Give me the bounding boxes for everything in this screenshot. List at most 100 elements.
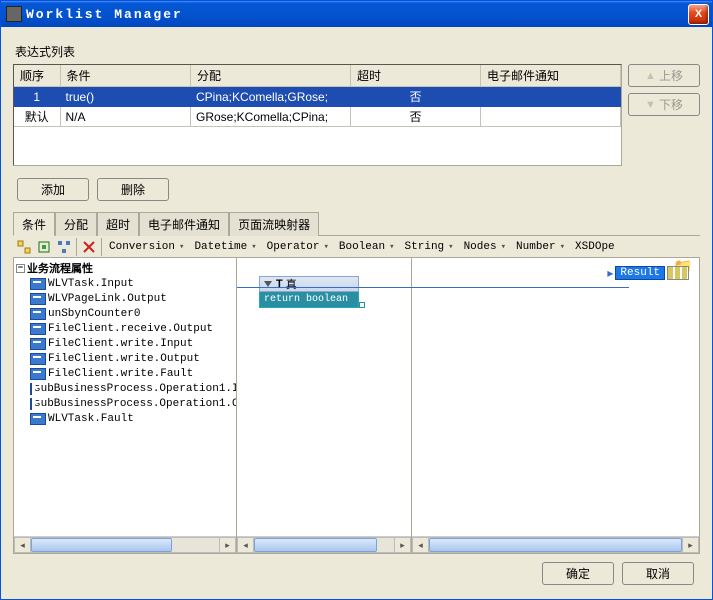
node-icon bbox=[30, 278, 46, 290]
scroll-left-icon[interactable]: ◂ bbox=[14, 537, 31, 553]
window-title: Worklist Manager bbox=[26, 7, 688, 22]
tree-node[interactable]: FileClient.write.Input bbox=[16, 336, 234, 351]
menu-datetime[interactable]: Datetime bbox=[190, 241, 249, 253]
scroll-right-icon[interactable]: ▸ bbox=[682, 537, 699, 553]
expand-all-icon[interactable] bbox=[15, 238, 33, 256]
editor-toolbar: Conversion▾ Datetime▾ Operator▾ Boolean▾… bbox=[13, 236, 700, 258]
node-icon bbox=[30, 398, 32, 410]
menu-number[interactable]: Number bbox=[512, 241, 558, 253]
node-icon bbox=[30, 383, 32, 395]
result-label: Result bbox=[615, 266, 665, 280]
col-timeout[interactable]: 超时 bbox=[351, 65, 481, 87]
menu-conversion[interactable]: Conversion bbox=[105, 241, 177, 253]
tree-node[interactable]: WLVTask.Fault bbox=[16, 411, 234, 426]
scroll-right-icon[interactable]: ▸ bbox=[394, 537, 411, 553]
cell-seq: 默认 bbox=[14, 107, 60, 127]
auto-layout-icon[interactable] bbox=[55, 238, 73, 256]
arrow-up-icon: ▲ bbox=[645, 70, 656, 82]
tree-node[interactable]: WLVTask.Input bbox=[16, 276, 234, 291]
table-row[interactable]: 默认 N/A GRose;KComella;CPina; 否 bbox=[14, 107, 621, 127]
move-down-button[interactable]: ▼下移 bbox=[628, 93, 700, 116]
tree-node-label: subBusinessProcess.Operation1.Output bbox=[34, 398, 236, 410]
node-icon bbox=[30, 338, 46, 350]
tree-node[interactable]: FileClient.write.Output bbox=[16, 351, 234, 366]
delete-button[interactable]: 删除 bbox=[97, 178, 169, 201]
scroll-right-icon[interactable]: ▸ bbox=[219, 537, 236, 553]
toolbar-sep bbox=[101, 238, 102, 256]
col-cond[interactable]: 条件 bbox=[60, 65, 191, 87]
cell-timeout: 否 bbox=[351, 107, 481, 127]
scroll-left-icon[interactable]: ◂ bbox=[412, 537, 429, 553]
menu-xsdop[interactable]: XSDOpe bbox=[571, 241, 617, 253]
tree-node-label: FileClient.write.Fault bbox=[48, 368, 193, 380]
collapse-all-icon[interactable] bbox=[35, 238, 53, 256]
tree-node-label: WLVTask.Input bbox=[48, 278, 134, 290]
tab-assign[interactable]: 分配 bbox=[55, 212, 97, 236]
result-node[interactable]: ▸ Result bbox=[607, 266, 689, 280]
chevron-down-icon[interactable]: ▾ bbox=[323, 242, 332, 252]
tree-node-label: FileClient.write.Input bbox=[48, 338, 193, 350]
scroll-left-icon[interactable]: ◂ bbox=[237, 537, 254, 553]
col-assign[interactable]: 分配 bbox=[191, 65, 351, 87]
tree-node-label: unSbynCounter0 bbox=[48, 308, 140, 320]
tree-root-label: 业务流程属性 bbox=[27, 260, 93, 276]
tree-node[interactable]: WLVPageLink.Output bbox=[16, 291, 234, 306]
chevron-down-icon[interactable]: ▾ bbox=[389, 242, 398, 252]
h-scrollbar[interactable]: ◂ ▸ bbox=[14, 536, 236, 553]
expression-block[interactable]: T 真 return boolean bbox=[259, 276, 359, 308]
cell-email bbox=[481, 87, 621, 107]
tree-pane: −业务流程属性 WLVTask.InputWLVPageLink.Output u… bbox=[14, 258, 236, 553]
tab-strip: 条件 分配 超时 电子邮件通知 页面流映射器 bbox=[13, 211, 700, 236]
add-button[interactable]: 添加 bbox=[17, 178, 89, 201]
ok-button[interactable]: 确定 bbox=[542, 562, 614, 585]
h-scrollbar[interactable]: ◂ ▸ bbox=[412, 536, 699, 553]
tree-node[interactable]: subBusinessProcess.Operation1.Input bbox=[16, 381, 234, 396]
tree-root[interactable]: −业务流程属性 bbox=[16, 260, 234, 276]
chevron-down-icon[interactable]: ▾ bbox=[448, 242, 457, 252]
node-icon bbox=[30, 353, 46, 365]
menu-operator[interactable]: Operator bbox=[263, 241, 322, 253]
tree-node[interactable]: unSbynCounter0 bbox=[16, 306, 234, 321]
h-scrollbar[interactable]: ◂ ▸ bbox=[237, 536, 411, 553]
connection-wire bbox=[237, 287, 629, 289]
node-icon bbox=[30, 368, 46, 380]
table-row[interactable]: 1 true() CPina;KComella;GRose; 否 bbox=[14, 87, 621, 107]
chevron-down-icon[interactable]: ▾ bbox=[501, 242, 510, 252]
title-bar: Worklist Manager X bbox=[1, 1, 712, 27]
cell-email bbox=[481, 107, 621, 127]
col-email[interactable]: 电子邮件通知 bbox=[481, 65, 621, 87]
node-icon bbox=[30, 308, 46, 320]
menu-string[interactable]: String bbox=[401, 241, 447, 253]
chevron-down-icon[interactable]: ▾ bbox=[251, 242, 260, 252]
canvas-pane[interactable]: T 真 return boolean ◂ ▸ bbox=[236, 258, 411, 553]
menu-boolean[interactable]: Boolean bbox=[335, 241, 387, 253]
expression-list[interactable]: 顺序 条件 分配 超时 电子邮件通知 1 true() CPina;KComel… bbox=[13, 64, 622, 166]
close-button[interactable]: X bbox=[688, 4, 709, 25]
cell-seq: 1 bbox=[14, 87, 60, 107]
cell-cond: true() bbox=[60, 87, 191, 107]
chevron-down-icon[interactable]: ▾ bbox=[179, 242, 188, 252]
tree-node[interactable]: FileClient.write.Fault bbox=[16, 366, 234, 381]
chevron-down-icon[interactable]: ▾ bbox=[560, 242, 569, 252]
result-pane[interactable]: 📁 ▸ Result ◂ ▸ bbox=[411, 258, 699, 553]
move-down-label: 下移 bbox=[659, 96, 683, 113]
node-icon bbox=[30, 323, 46, 335]
collapse-icon[interactable]: − bbox=[16, 264, 25, 273]
cancel-button[interactable]: 取消 bbox=[622, 562, 694, 585]
tree-node-label: WLVTask.Fault bbox=[48, 413, 134, 425]
window: Worklist Manager X 表达式列表 顺序 条件 分配 超时 电子邮… bbox=[0, 0, 713, 600]
result-type-icon bbox=[667, 266, 689, 280]
toolbar-sep bbox=[76, 238, 77, 256]
tab-email[interactable]: 电子邮件通知 bbox=[139, 212, 229, 236]
delete-icon[interactable] bbox=[80, 238, 98, 256]
menu-nodes[interactable]: Nodes bbox=[460, 241, 499, 253]
block-body: return boolean bbox=[259, 292, 359, 308]
tab-condition[interactable]: 条件 bbox=[13, 212, 55, 236]
tree-node[interactable]: FileClient.receive.Output bbox=[16, 321, 234, 336]
tab-pagemap[interactable]: 页面流映射器 bbox=[229, 212, 319, 236]
col-seq[interactable]: 顺序 bbox=[14, 65, 60, 87]
output-port[interactable] bbox=[359, 302, 365, 308]
tab-timeout[interactable]: 超时 bbox=[97, 212, 139, 236]
tree-node[interactable]: subBusinessProcess.Operation1.Output bbox=[16, 396, 234, 411]
move-up-button[interactable]: ▲上移 bbox=[628, 64, 700, 87]
